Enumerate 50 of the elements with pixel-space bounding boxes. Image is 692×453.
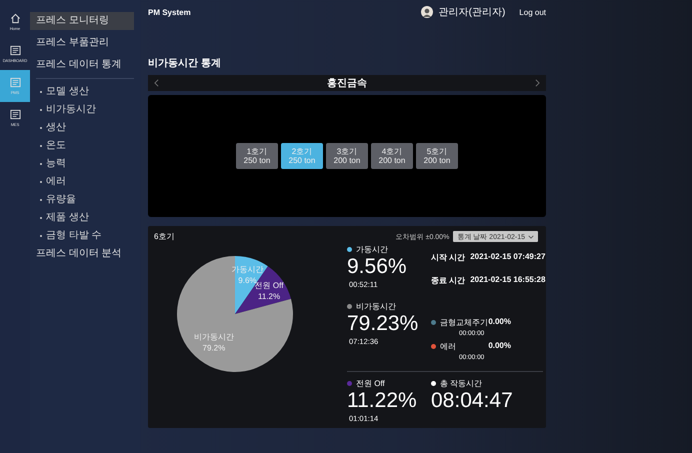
slice-label: 전원 Off 11.2% bbox=[254, 280, 284, 301]
metric-label: 비가동시간 bbox=[356, 301, 396, 312]
chevron-left-icon[interactable] bbox=[154, 79, 159, 87]
nav-item[interactable]: 프레스 모니터링 bbox=[30, 12, 134, 30]
nav-subitem[interactable]: 제품 생산 bbox=[30, 209, 140, 227]
nav-subitem[interactable]: 모델 생산 bbox=[30, 83, 140, 101]
metric-percent: 11.22% bbox=[347, 390, 418, 412]
machine-button[interactable]: 1호기 250 ton bbox=[236, 143, 278, 169]
metric-label: 에러 bbox=[440, 341, 456, 352]
nav-item[interactable]: 프레스 데이터 분석 bbox=[30, 245, 134, 263]
metric-percent: 79.23% bbox=[347, 313, 420, 335]
status-dot bbox=[431, 381, 436, 386]
metric-percent: 9.56% bbox=[347, 256, 408, 278]
machine-title: 6호기 bbox=[154, 231, 174, 242]
home-icon bbox=[10, 13, 20, 24]
nav-subitem[interactable]: 생산 bbox=[30, 119, 140, 137]
board-icon bbox=[10, 109, 20, 120]
nav-subitem[interactable]: 금형 타발 수 bbox=[30, 227, 140, 245]
machine-button[interactable]: 3호기 200 ton bbox=[326, 143, 368, 169]
nav-subitem[interactable]: 능력 bbox=[30, 155, 140, 173]
machine-button[interactable]: 5호기 200 ton bbox=[416, 143, 458, 169]
logout-link[interactable]: Log out bbox=[519, 8, 546, 16]
metric-label: 가동시간 bbox=[356, 244, 388, 255]
nav-subitem[interactable]: 온도 bbox=[30, 137, 140, 155]
slice-label: 비가동시간 79.2% bbox=[194, 332, 234, 353]
metric-label: 전원 Off bbox=[356, 378, 385, 389]
metric-label: 총 작동시간 bbox=[440, 378, 482, 389]
company-name: 홍진금속 bbox=[327, 77, 367, 90]
total-time: 08:04:47 bbox=[431, 390, 514, 412]
nav-subitem[interactable]: 유량율 bbox=[30, 191, 140, 209]
avatar-icon bbox=[420, 6, 433, 18]
time-value: 2021-02-15 16:55:28 bbox=[470, 275, 546, 286]
app-title: PM System bbox=[148, 8, 191, 16]
chevron-right-icon[interactable] bbox=[535, 79, 540, 87]
metric-label: 금형교체주기 bbox=[440, 317, 488, 328]
user-name: 관리자(관리자) bbox=[438, 6, 506, 19]
nav-subitem[interactable]: 에러 bbox=[30, 173, 140, 191]
time-label: 종료 시간 bbox=[431, 275, 466, 286]
machine-button[interactable]: 4호기 200 ton bbox=[371, 143, 413, 169]
board-icon bbox=[10, 77, 20, 88]
nav-subitem[interactable]: 비가동시간 bbox=[30, 101, 140, 119]
metric-percent: 0.00% bbox=[488, 341, 511, 352]
nav-item[interactable]: 프레스 데이터 통계 bbox=[30, 56, 134, 74]
time-label: 시작 시간 bbox=[431, 252, 466, 263]
page-title: 비가동시간 통계 bbox=[148, 57, 222, 70]
caret-icon bbox=[528, 234, 534, 238]
time-value: 2021-02-15 07:49:27 bbox=[470, 252, 546, 263]
board-icon bbox=[10, 45, 20, 56]
metric-percent: 0.00% bbox=[488, 317, 511, 328]
nav-item[interactable]: 프레스 부품관리 bbox=[30, 34, 134, 52]
